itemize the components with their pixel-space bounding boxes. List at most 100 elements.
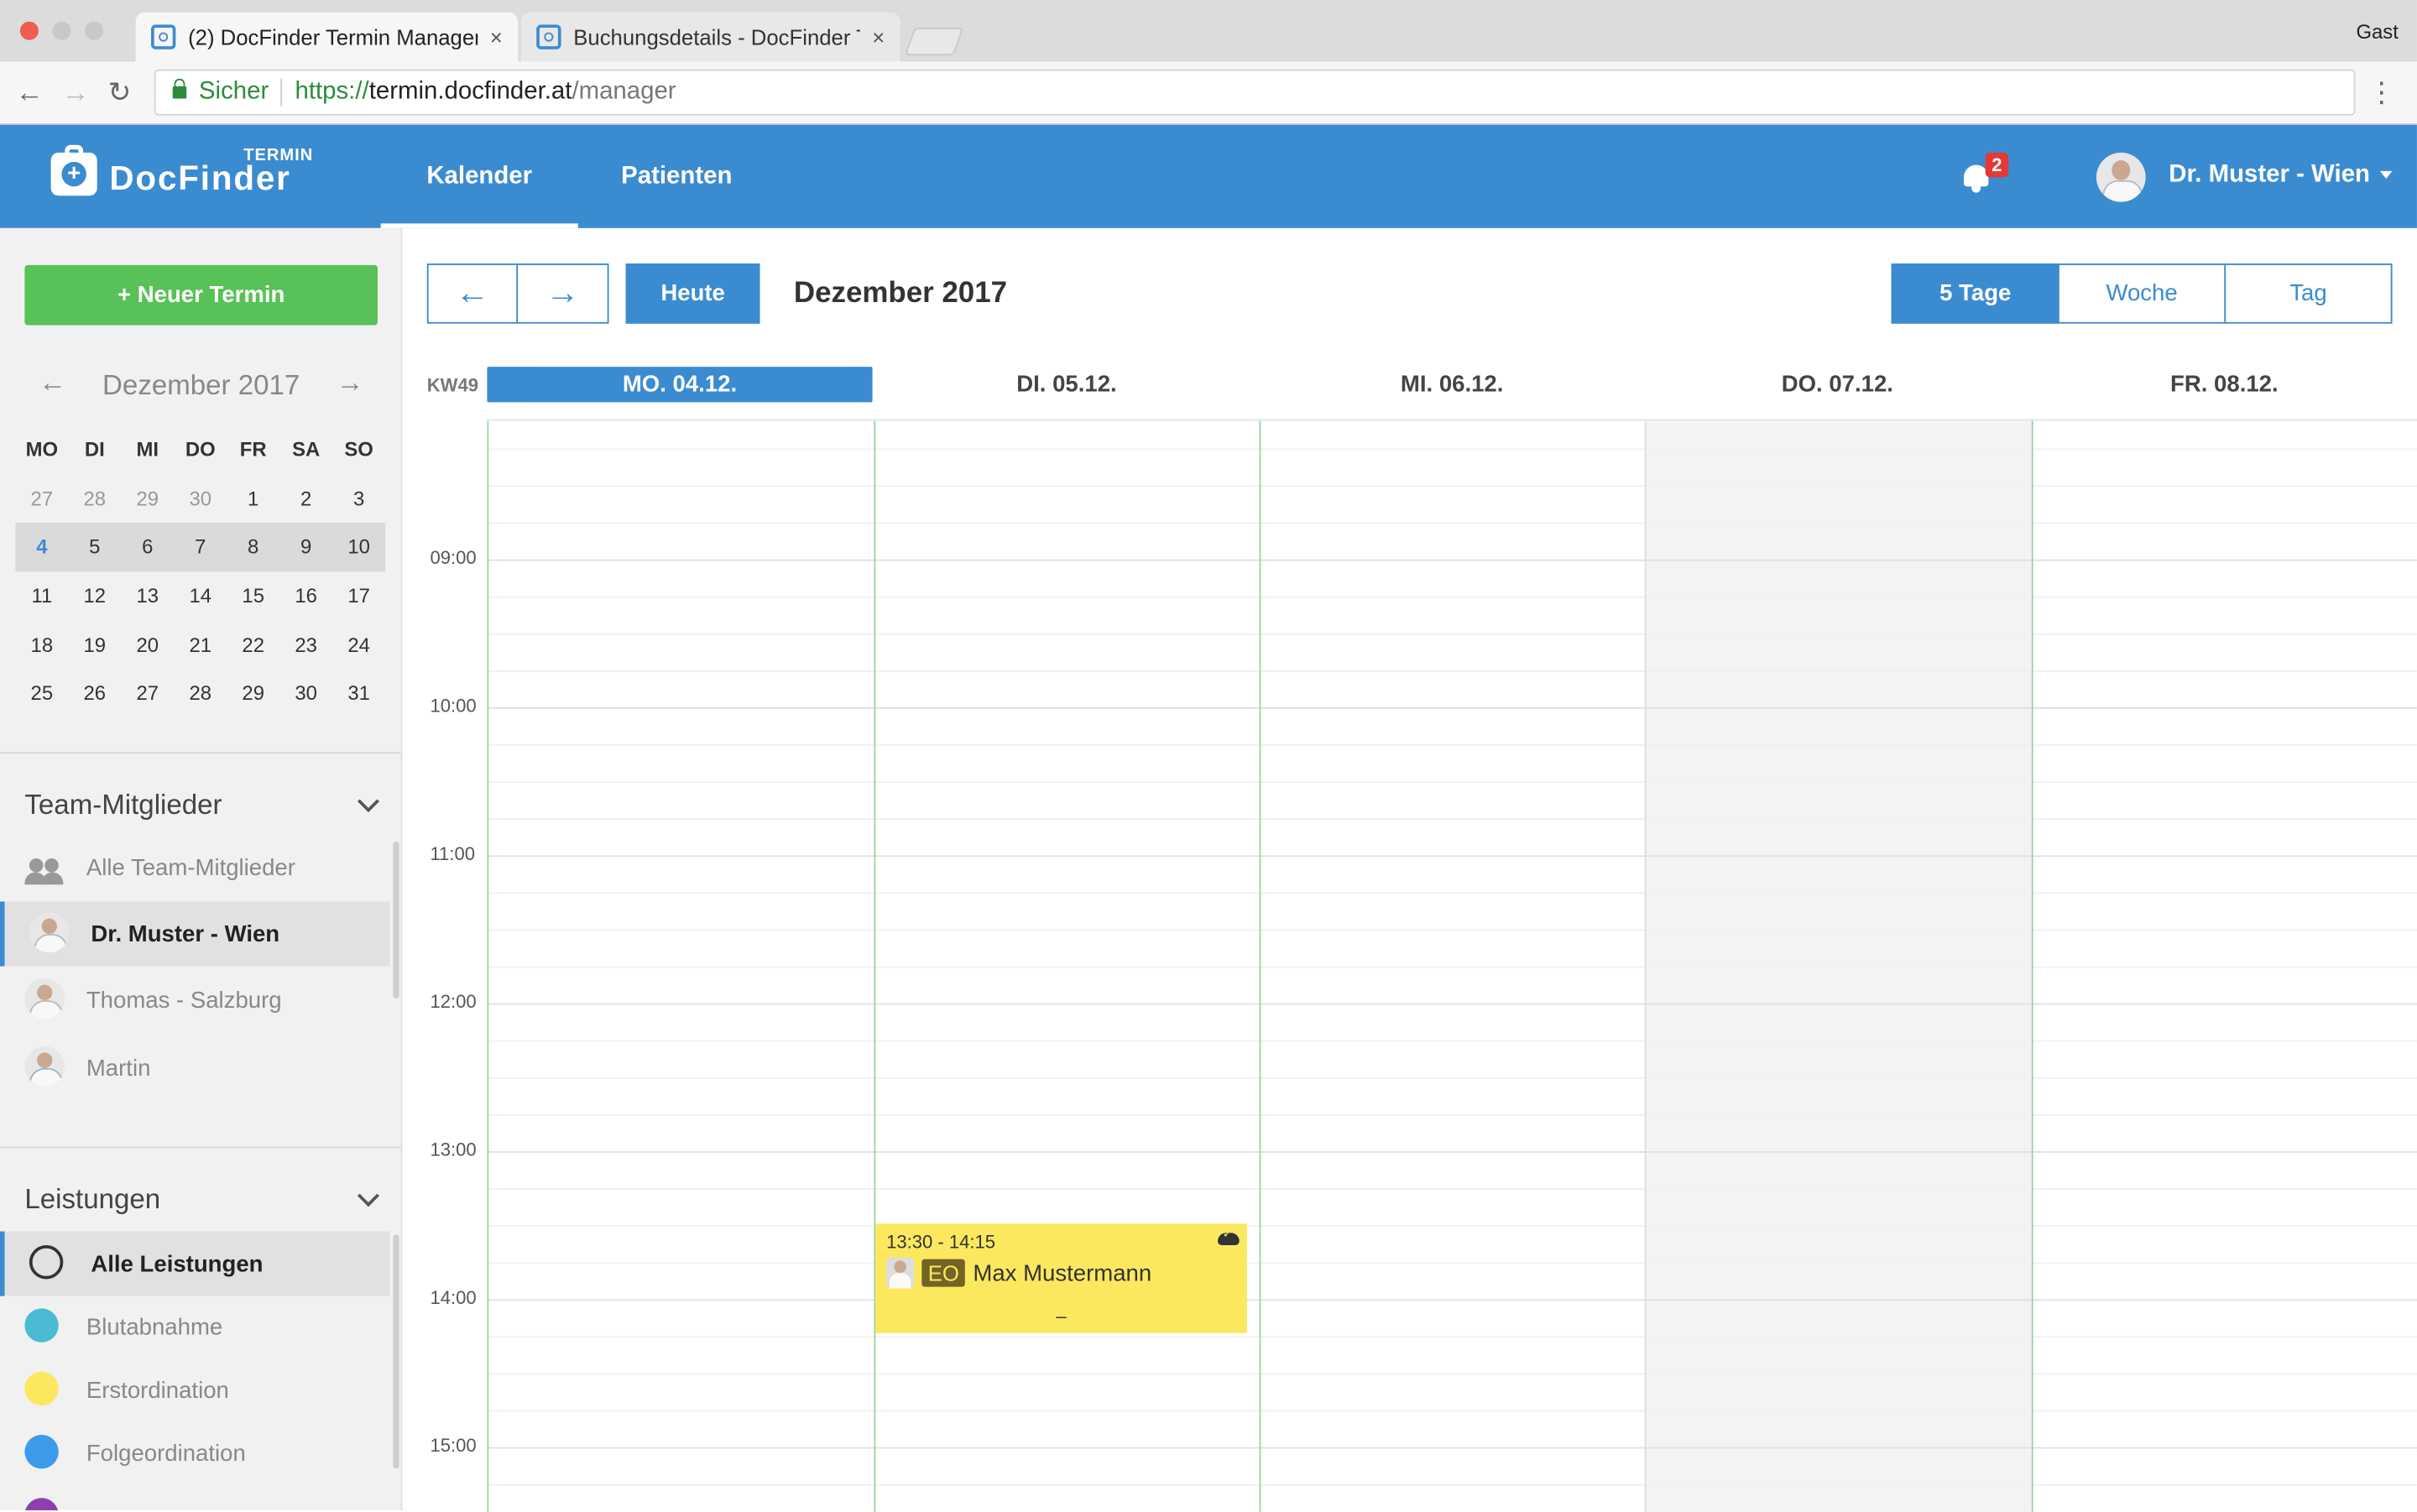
service-item-next[interactable] <box>0 1484 390 1510</box>
doctor-avatar <box>886 1257 915 1289</box>
service-item-label: Folgeordination <box>86 1440 246 1467</box>
sidebar-divider <box>0 1146 401 1149</box>
mini-day[interactable]: 9 <box>279 535 332 559</box>
tab-close-icon[interactable]: × <box>872 24 885 49</box>
nav-tab-patienten[interactable]: Patienten <box>603 125 750 228</box>
service-item-label: Blutabnahme <box>86 1313 223 1341</box>
mini-day[interactable]: 20 <box>121 633 174 656</box>
slot-line <box>487 522 2417 524</box>
reload-icon[interactable]: ↻ <box>108 77 132 108</box>
url-path: /manager <box>572 78 676 105</box>
chevron-down-icon[interactable] <box>357 790 379 813</box>
tab-close-icon[interactable]: × <box>490 24 503 49</box>
day-header[interactable]: FR. 08.12. <box>2032 367 2417 402</box>
url-input[interactable]: Sicher https:// termin.docfinder.at /man… <box>154 69 2356 116</box>
appointment-note: – <box>1056 1305 1067 1327</box>
mini-day[interactable]: 17 <box>332 584 385 607</box>
day-header[interactable]: DI. 05.12. <box>874 367 1259 402</box>
mini-day[interactable]: 18 <box>15 633 68 656</box>
mini-day[interactable]: 14 <box>174 584 227 607</box>
slot-line <box>487 1262 2417 1264</box>
mini-day[interactable]: 10 <box>332 535 385 559</box>
mini-next-month-icon[interactable]: → <box>336 367 363 399</box>
team-item-thomas[interactable]: Thomas - Salzburg <box>0 967 390 1032</box>
slot-line <box>487 966 2417 968</box>
mini-day[interactable]: 15 <box>227 584 279 607</box>
mini-day[interactable]: 6 <box>121 535 174 559</box>
mini-day[interactable]: 21 <box>174 633 227 656</box>
back-arrow-icon[interactable]: ← <box>15 77 43 108</box>
mini-day[interactable]: 2 <box>279 487 332 510</box>
mini-day[interactable]: 1 <box>227 487 279 510</box>
secure-label: Sicher <box>198 78 269 105</box>
mini-day[interactable]: 29 <box>121 487 174 510</box>
maximize-window-button[interactable] <box>85 21 104 40</box>
forward-arrow-icon[interactable]: → <box>61 77 89 108</box>
slot-line <box>487 1077 2417 1079</box>
team-item-martin[interactable]: Martin <box>0 1035 390 1100</box>
docfinder-logo-icon[interactable]: + <box>50 144 97 196</box>
calendar-grid[interactable] <box>487 419 2417 1512</box>
mini-calendar-header: ← Dezember 2017 → <box>0 367 401 407</box>
slot-line <box>487 818 2417 821</box>
day-header-today[interactable]: MO. 04.12. <box>487 367 873 403</box>
mini-day[interactable]: 3 <box>332 487 385 510</box>
services-section-title[interactable]: Leistungen <box>24 1184 160 1217</box>
services-list-scrollbar[interactable] <box>393 1234 399 1469</box>
guest-profile-label[interactable]: Gast <box>2356 20 2398 44</box>
mini-day[interactable]: 24 <box>332 633 385 656</box>
mini-day[interactable]: 16 <box>279 584 332 607</box>
mini-day[interactable]: 27 <box>121 681 174 705</box>
calendar-week-label: KW49 <box>426 374 479 397</box>
minimize-window-button[interactable] <box>52 21 71 40</box>
browser-tab-termin-manager[interactable]: (2) DocFinder Termin Manager × <box>135 12 519 62</box>
mini-day[interactable]: 8 <box>227 535 279 559</box>
view-week-button[interactable]: Woche <box>2057 263 2226 324</box>
mini-day[interactable]: 31 <box>332 681 385 705</box>
view-day-button[interactable]: Tag <box>2224 263 2393 324</box>
user-menu[interactable]: Dr. Muster - Wien <box>2169 162 2392 190</box>
mini-day-today[interactable]: 4 <box>15 535 68 559</box>
mini-day[interactable]: 22 <box>227 633 279 656</box>
mini-day[interactable]: 12 <box>68 584 121 607</box>
nav-tab-kalender[interactable]: Kalender <box>380 125 578 228</box>
chevron-down-icon[interactable] <box>357 1185 379 1207</box>
browser-tab-buchungsdetails[interactable]: Buchungsdetails - DocFinder T × <box>520 12 901 62</box>
team-item-dr-muster[interactable]: Dr. Muster - Wien <box>0 901 390 967</box>
team-list-scrollbar[interactable] <box>393 841 399 999</box>
mini-day[interactable]: 30 <box>174 487 227 510</box>
mini-day[interactable]: 23 <box>279 633 332 656</box>
team-section-title[interactable]: Team-Mitglieder <box>24 789 222 821</box>
doctor-avatar <box>24 978 65 1019</box>
mini-day[interactable]: 25 <box>15 681 68 705</box>
day-header[interactable]: DO. 07.12. <box>1645 367 2030 402</box>
docfinder-favicon-icon <box>536 24 561 50</box>
mini-day[interactable]: 26 <box>68 681 121 705</box>
mini-day[interactable]: 13 <box>121 584 174 607</box>
new-appointment-button[interactable]: + Neuer Termin <box>24 264 378 326</box>
mini-day[interactable]: 27 <box>15 487 68 510</box>
mini-day[interactable]: 28 <box>68 487 121 510</box>
mini-day[interactable]: 19 <box>68 633 121 656</box>
user-avatar[interactable] <box>2096 152 2146 202</box>
new-tab-button[interactable] <box>904 28 964 56</box>
service-item-blutabnahme[interactable]: Blutabnahme <box>0 1295 390 1359</box>
day-header[interactable]: MI. 06.12. <box>1260 367 1645 402</box>
close-window-button[interactable] <box>19 21 39 40</box>
team-item-all[interactable]: Alle Team-Mitglieder <box>0 835 390 899</box>
mini-day[interactable]: 28 <box>174 681 227 705</box>
service-item-all[interactable]: Alle Leistungen <box>0 1231 390 1296</box>
browser-menu-icon[interactable]: ⋮ <box>2367 77 2395 110</box>
today-button[interactable]: Heute <box>625 263 760 324</box>
service-item-erstordination[interactable]: Erstordination <box>0 1358 390 1422</box>
mini-day[interactable]: 7 <box>174 535 227 559</box>
mini-day[interactable]: 30 <box>279 681 332 705</box>
mini-day[interactable]: 11 <box>15 584 68 607</box>
next-period-button[interactable]: → <box>516 263 609 324</box>
mini-day[interactable]: 29 <box>227 681 279 705</box>
appointment-card[interactable]: 13:30 - 14:15 EO Max Mustermann – <box>875 1223 1247 1333</box>
mini-day[interactable]: 5 <box>68 535 121 559</box>
prev-period-button[interactable]: ← <box>426 263 519 324</box>
view-5-days-button[interactable]: 5 Tage <box>1891 263 2059 324</box>
service-item-folgeordination[interactable]: Folgeordination <box>0 1421 390 1485</box>
